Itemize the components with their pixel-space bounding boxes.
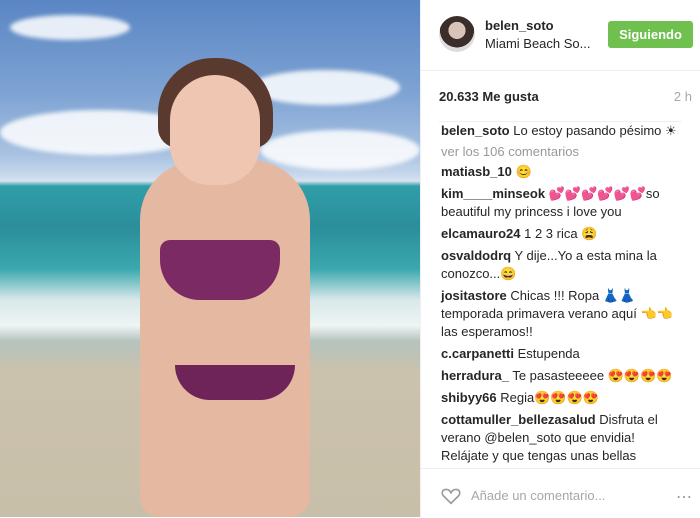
comment-text: 1 2 3 rica 😩 xyxy=(524,226,598,241)
bikini-bottom xyxy=(175,365,295,400)
bikini-top xyxy=(160,240,280,300)
timestamp[interactable]: 2 h xyxy=(674,89,692,104)
avatar[interactable] xyxy=(439,16,475,52)
cloud xyxy=(10,15,130,40)
likes-count[interactable]: 20.633 Me gusta xyxy=(439,89,539,104)
comment-text: 😊 xyxy=(515,164,532,179)
comment-bar: Añade un comentario... ⋯ xyxy=(421,468,700,518)
comment-text: Estupenda xyxy=(517,346,580,361)
comment-item: cottamuller_bellezasalud Disfruta el ver… xyxy=(421,411,700,467)
comment-text: Te pasasteeeee 😍😍😍😍 xyxy=(512,368,673,383)
caption-text: Lo estoy pasando pésimo ☀ xyxy=(513,123,677,138)
more-options-icon[interactable]: ⋯ xyxy=(676,487,693,507)
comment-username[interactable]: jositastore xyxy=(441,288,507,303)
view-comments-link[interactable]: ver los 106 comentarios xyxy=(421,144,700,159)
post-stats: 20.633 Me gusta 2 h xyxy=(439,71,692,122)
add-comment-input[interactable]: Añade un comentario... xyxy=(471,488,605,503)
comment-item: kim____minseok 💕💕💕💕💕💕so beautiful my pri… xyxy=(421,185,700,221)
caption-username[interactable]: belen_soto xyxy=(441,123,510,138)
comment-text: Regia😍😍😍😍 xyxy=(500,390,599,405)
comment-username[interactable]: shibyy66 xyxy=(441,390,497,405)
heart-icon[interactable] xyxy=(441,487,461,505)
person-head xyxy=(170,75,260,185)
cloud xyxy=(260,130,420,170)
cloud xyxy=(250,70,400,105)
comment-username[interactable]: kim____minseok xyxy=(441,186,545,201)
username-link[interactable]: belen_soto xyxy=(485,18,554,33)
comment-item: shibyy66 Regia😍😍😍😍 xyxy=(421,389,700,407)
comment-item: jositastore Chicas !!! Ropa 👗👗 temporada… xyxy=(421,287,700,341)
following-button[interactable]: Siguiendo xyxy=(608,21,693,48)
comment-username[interactable]: cottamuller_bellezasalud xyxy=(441,412,596,427)
comment-username[interactable]: elcamauro24 xyxy=(441,226,521,241)
post-header: belen_soto Miami Beach So... Siguiendo xyxy=(421,0,700,71)
instagram-post: belen_soto Miami Beach So... Siguiendo 2… xyxy=(0,0,700,517)
comment-username[interactable]: herradura_ xyxy=(441,368,509,383)
comment-item: elcamauro24 1 2 3 rica 😩 xyxy=(421,225,700,243)
post-side-panel: belen_soto Miami Beach So... Siguiendo 2… xyxy=(420,0,700,517)
location-link[interactable]: Miami Beach So... xyxy=(485,36,591,51)
person-body xyxy=(140,160,310,517)
comment-item: c.carpanetti Estupenda xyxy=(421,345,700,363)
comment-username[interactable]: osvaldodrq xyxy=(441,248,511,263)
comment-username[interactable]: matiasb_10 xyxy=(441,164,512,179)
caption: belen_soto Lo estoy pasando pésimo ☀ xyxy=(421,122,700,140)
comments-list[interactable]: belen_soto Lo estoy pasando pésimo ☀ ver… xyxy=(421,122,700,467)
post-photo[interactable] xyxy=(0,0,420,517)
comment-username[interactable]: c.carpanetti xyxy=(441,346,514,361)
comment-item: herradura_ Te pasasteeeee 😍😍😍😍 xyxy=(421,367,700,385)
comment-item: osvaldodrq Y dije...Yo a esta mina la co… xyxy=(421,247,700,283)
comment-item: matiasb_10 😊 xyxy=(421,163,700,181)
